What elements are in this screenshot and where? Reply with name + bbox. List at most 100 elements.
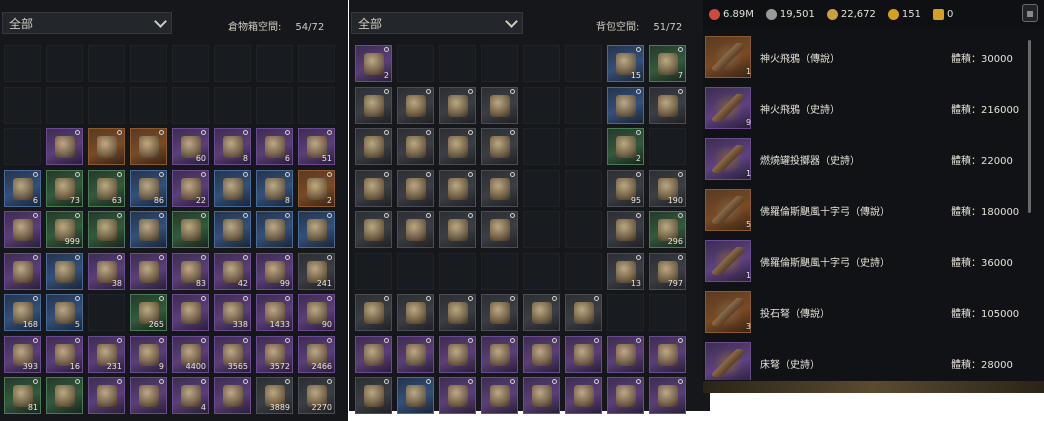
- backpack-slot[interactable]: [565, 294, 602, 331]
- list-item[interactable]: 1 佛羅倫斯颶風十字弓（史詩） 體積：36000: [703, 234, 1033, 282]
- backpack-slot[interactable]: [607, 377, 644, 414]
- warehouse-slot[interactable]: [130, 86, 167, 124]
- warehouse-slot[interactable]: 4: [172, 377, 209, 414]
- warehouse-slot[interactable]: 241: [298, 252, 335, 290]
- backpack-slot[interactable]: [523, 252, 560, 290]
- backpack-slot[interactable]: [439, 294, 476, 331]
- backpack-slot[interactable]: [649, 377, 686, 414]
- backpack-slot[interactable]: [355, 252, 392, 290]
- warehouse-slot[interactable]: 8: [256, 169, 293, 207]
- backpack-slot[interactable]: [397, 294, 434, 331]
- backpack-slot[interactable]: [481, 169, 518, 207]
- backpack-slot[interactable]: [439, 128, 476, 165]
- warehouse-slot[interactable]: 90: [298, 294, 335, 331]
- backpack-slot[interactable]: [565, 128, 602, 165]
- backpack-filter-dropdown[interactable]: 全部: [351, 12, 523, 34]
- warehouse-slot[interactable]: 60: [172, 128, 209, 165]
- backpack-slot[interactable]: [355, 211, 392, 248]
- list-item[interactable]: 3 投石弩（傳說） 體積：105000: [703, 285, 1033, 333]
- backpack-slot[interactable]: 95: [607, 169, 644, 207]
- backpack-slot[interactable]: 15: [607, 45, 644, 82]
- warehouse-slot[interactable]: 6: [4, 169, 41, 207]
- backpack-slot[interactable]: [355, 294, 392, 331]
- warehouse-slot[interactable]: [256, 86, 293, 124]
- warehouse-slot[interactable]: [46, 128, 83, 165]
- backpack-slot[interactable]: [649, 294, 686, 331]
- warehouse-slot[interactable]: [214, 169, 251, 207]
- backpack-slot[interactable]: 13: [607, 252, 644, 290]
- backpack-slot[interactable]: [649, 335, 686, 373]
- backpack-slot[interactable]: [355, 86, 392, 124]
- backpack-slot[interactable]: [523, 335, 560, 373]
- warehouse-slot[interactable]: 2466: [298, 335, 335, 373]
- warehouse-slot[interactable]: [4, 86, 41, 124]
- backpack-slot[interactable]: [355, 377, 392, 414]
- warehouse-slot[interactable]: 22: [172, 169, 209, 207]
- list-item[interactable]: 床弩（史詩） 體積：28000: [703, 336, 1033, 380]
- warehouse-slot[interactable]: 16: [46, 335, 83, 373]
- warehouse-slot[interactable]: [46, 252, 83, 290]
- backpack-slot[interactable]: [355, 169, 392, 207]
- backpack-slot[interactable]: 7: [649, 45, 686, 82]
- backpack-slot[interactable]: [565, 252, 602, 290]
- backpack-slot[interactable]: 296: [649, 211, 686, 248]
- warehouse-slot[interactable]: [214, 86, 251, 124]
- warehouse-slot[interactable]: [46, 377, 83, 414]
- backpack-slot[interactable]: [523, 86, 560, 124]
- backpack-slot[interactable]: [439, 211, 476, 248]
- warehouse-slot[interactable]: [4, 128, 41, 165]
- warehouse-slot[interactable]: [298, 86, 335, 124]
- backpack-slot[interactable]: [523, 169, 560, 207]
- backpack-slot[interactable]: [607, 294, 644, 331]
- backpack-slot[interactable]: [481, 45, 518, 82]
- warehouse-slot[interactable]: 38: [88, 252, 125, 290]
- warehouse-slot[interactable]: [214, 211, 251, 248]
- backpack-slot[interactable]: [439, 169, 476, 207]
- warehouse-slot[interactable]: [214, 377, 251, 414]
- backpack-slot[interactable]: [355, 128, 392, 165]
- backpack-slot[interactable]: [481, 211, 518, 248]
- backpack-slot[interactable]: [439, 86, 476, 124]
- backpack-slot[interactable]: 2: [607, 128, 644, 165]
- warehouse-slot[interactable]: 1433: [256, 294, 293, 331]
- warehouse-slot[interactable]: [46, 45, 83, 82]
- warehouse-slot[interactable]: [172, 45, 209, 82]
- warehouse-slot[interactable]: 999: [46, 211, 83, 248]
- warehouse-slot[interactable]: [256, 211, 293, 248]
- warehouse-slot[interactable]: [172, 211, 209, 248]
- warehouse-slot[interactable]: 231: [88, 335, 125, 373]
- backpack-slot[interactable]: [481, 128, 518, 165]
- warehouse-slot[interactable]: 265: [130, 294, 167, 331]
- warehouse-filter-dropdown[interactable]: 全部: [2, 12, 172, 34]
- backpack-slot[interactable]: [439, 252, 476, 290]
- warehouse-slot[interactable]: 2: [298, 169, 335, 207]
- warehouse-slot[interactable]: 99: [256, 252, 293, 290]
- backpack-slot[interactable]: [481, 86, 518, 124]
- warehouse-slot[interactable]: [4, 211, 41, 248]
- warehouse-slot[interactable]: [130, 377, 167, 414]
- warehouse-slot[interactable]: 5: [46, 294, 83, 331]
- warehouse-slot[interactable]: [172, 294, 209, 331]
- warehouse-slot[interactable]: [4, 252, 41, 290]
- list-item[interactable]: 5 佛羅倫斯颶風十字弓（傳說） 體積：180000: [703, 183, 1033, 231]
- warehouse-slot[interactable]: 3565: [214, 335, 251, 373]
- warehouse-slot[interactable]: 393: [4, 335, 41, 373]
- backpack-slot[interactable]: [397, 211, 434, 248]
- warehouse-slot[interactable]: 42: [214, 252, 251, 290]
- backpack-slot[interactable]: [397, 335, 434, 373]
- backpack-slot[interactable]: [523, 128, 560, 165]
- warehouse-slot[interactable]: [130, 45, 167, 82]
- list-scrollbar[interactable]: [1028, 40, 1031, 213]
- backpack-slot[interactable]: [439, 377, 476, 414]
- warehouse-slot[interactable]: [214, 45, 251, 82]
- warehouse-slot[interactable]: 86: [130, 169, 167, 207]
- warehouse-slot[interactable]: 2270: [298, 377, 335, 414]
- list-item[interactable]: 9 神火飛鴉（史詩） 體積：216000: [703, 81, 1033, 129]
- backpack-slot[interactable]: [397, 128, 434, 165]
- backpack-slot[interactable]: [565, 86, 602, 124]
- warehouse-slot[interactable]: [88, 128, 125, 165]
- backpack-slot[interactable]: [607, 335, 644, 373]
- list-item[interactable]: 1 神火飛鴉（傳說） 體積：30000: [703, 30, 1033, 78]
- warehouse-slot[interactable]: [298, 45, 335, 82]
- backpack-slot[interactable]: [523, 294, 560, 331]
